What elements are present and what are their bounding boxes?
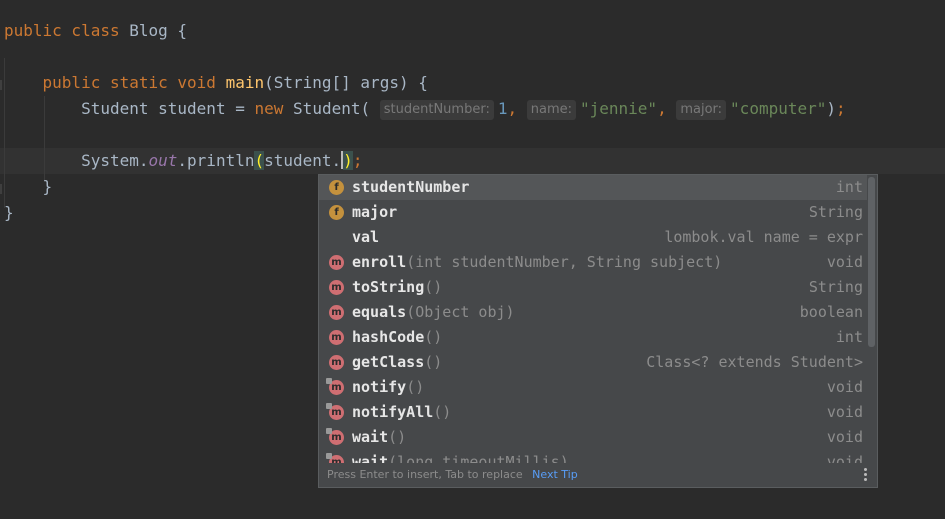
method-icon: m xyxy=(329,305,344,320)
completion-item-type: void xyxy=(826,453,863,463)
completion-list[interactable]: f studentNumber int f major String val lombok.v… xyxy=(319,175,867,463)
constructor-call: Student( xyxy=(293,99,371,118)
popup-scrollbar[interactable] xyxy=(868,177,875,347)
close-paren: ) xyxy=(826,99,837,118)
completion-item-type: void xyxy=(826,378,863,396)
completion-item[interactable]: f major String xyxy=(319,200,867,225)
completion-item-name: major xyxy=(352,203,398,221)
completion-item-type: int xyxy=(835,328,863,346)
type-name: Student xyxy=(81,99,149,118)
brace: } xyxy=(42,177,53,196)
method-icon: m xyxy=(329,330,344,345)
completion-item-type: void xyxy=(826,428,863,446)
method-icon: m xyxy=(326,453,344,463)
completion-item-name: getClass() xyxy=(352,353,443,371)
completion-item-name: enroll(int studentNumber, String subject… xyxy=(352,253,723,271)
completion-popup[interactable]: f studentNumber int f major String val lombok.v… xyxy=(318,174,878,488)
static-field: out xyxy=(148,151,178,170)
method-icon: m xyxy=(326,428,344,445)
string-literal: "computer" xyxy=(730,99,827,118)
code-line-3[interactable]: Student student = new Student( studentNu… xyxy=(4,96,846,122)
semicolon: ; xyxy=(352,151,363,170)
variable-name: student xyxy=(158,99,226,118)
string-literal: "jennie" xyxy=(580,99,658,118)
completion-item[interactable]: m toString() String xyxy=(319,275,867,300)
param-hint: major: xyxy=(676,100,727,120)
completion-item-name: equals(Object obj) xyxy=(352,303,515,321)
completion-item-type: Class<? extends Student> xyxy=(646,353,863,371)
completion-item-type: lombok.val name = expr xyxy=(664,228,863,246)
method-icon: m xyxy=(326,403,344,420)
semicolon: ; xyxy=(836,99,846,118)
open-paren-highlight: ( xyxy=(254,151,265,170)
operator: = xyxy=(235,99,245,118)
argument: student. xyxy=(264,151,342,170)
method-icon: m xyxy=(329,255,344,270)
completion-item-name: notifyAll() xyxy=(352,403,452,421)
brace: } xyxy=(4,203,14,222)
completion-item-type: boolean xyxy=(799,303,863,321)
completion-item[interactable]: m wait() void xyxy=(319,425,867,450)
close-paren-highlight: ) xyxy=(343,151,353,170)
completion-item[interactable]: m equals(Object obj) boolean xyxy=(319,300,867,325)
completion-item[interactable]: m notifyAll() void xyxy=(319,400,867,425)
keyword: public class xyxy=(4,21,120,40)
footer-hint: Press Enter to insert, Tab to replace xyxy=(327,468,523,481)
code-editor[interactable]: public class Blog { public static void m… xyxy=(0,0,945,519)
gutter-fold-marker[interactable] xyxy=(0,80,2,90)
completion-item[interactable]: m enroll(int studentNumber, String subjec… xyxy=(319,250,867,275)
class-name: Blog xyxy=(129,21,168,40)
param-hint: name: xyxy=(526,100,576,120)
completion-item[interactable]: m notify() void xyxy=(319,375,867,400)
comma: , xyxy=(507,99,518,118)
next-tip-link[interactable]: Next Tip xyxy=(532,468,578,481)
method-name: main xyxy=(225,73,265,92)
completion-item[interactable]: m getClass() Class<? extends Student> xyxy=(319,350,867,375)
completion-item-name: wait() xyxy=(352,428,407,446)
param-hint: studentNumber: xyxy=(379,100,494,120)
method-icon: m xyxy=(326,378,344,395)
code-line-6[interactable]: } xyxy=(4,200,14,226)
completion-item-type: void xyxy=(826,403,863,421)
class-ref: System. xyxy=(81,151,149,170)
params: (String[] args) { xyxy=(264,73,428,92)
field-icon: f xyxy=(329,205,344,220)
popup-footer: Press Enter to insert, Tab to replace Ne… xyxy=(319,463,877,487)
completion-item-name: wait(long timeoutMillis) xyxy=(352,453,569,463)
method-call: .println xyxy=(177,151,255,170)
completion-item-name: hashCode() xyxy=(352,328,443,346)
completion-item-name: toString() xyxy=(352,278,443,296)
completion-item-name: val xyxy=(352,228,380,246)
more-options-icon[interactable] xyxy=(864,468,867,482)
code-line-1[interactable]: public class Blog { xyxy=(4,18,187,44)
completion-item-type: int xyxy=(835,178,863,196)
completion-item-name: notify() xyxy=(352,378,425,396)
gutter-fold-marker[interactable] xyxy=(0,184,2,194)
code-line-2[interactable]: public static void main(String[] args) { xyxy=(4,70,428,96)
keyword: public static void xyxy=(42,73,216,92)
completion-item[interactable]: val lombok.val name = expr xyxy=(319,225,867,250)
completion-item-name: studentNumber xyxy=(352,178,470,196)
completion-item-type: String xyxy=(808,203,863,221)
method-icon: m xyxy=(329,280,344,295)
completion-item[interactable]: m hashCode() int xyxy=(319,325,867,350)
method-icon: m xyxy=(329,355,344,370)
code-line-4[interactable]: System.out.println(student.); xyxy=(4,148,362,174)
keyword-new: new xyxy=(254,99,284,118)
completion-item[interactable]: m wait(long timeoutMillis) void xyxy=(319,450,867,463)
completion-item-type: String xyxy=(808,278,863,296)
code-line-5[interactable]: } xyxy=(4,174,53,200)
completion-item[interactable]: f studentNumber int xyxy=(319,175,867,200)
brace: { xyxy=(177,21,188,40)
field-icon: f xyxy=(329,180,344,195)
comma: , xyxy=(657,99,667,118)
completion-item-type: void xyxy=(826,253,863,271)
